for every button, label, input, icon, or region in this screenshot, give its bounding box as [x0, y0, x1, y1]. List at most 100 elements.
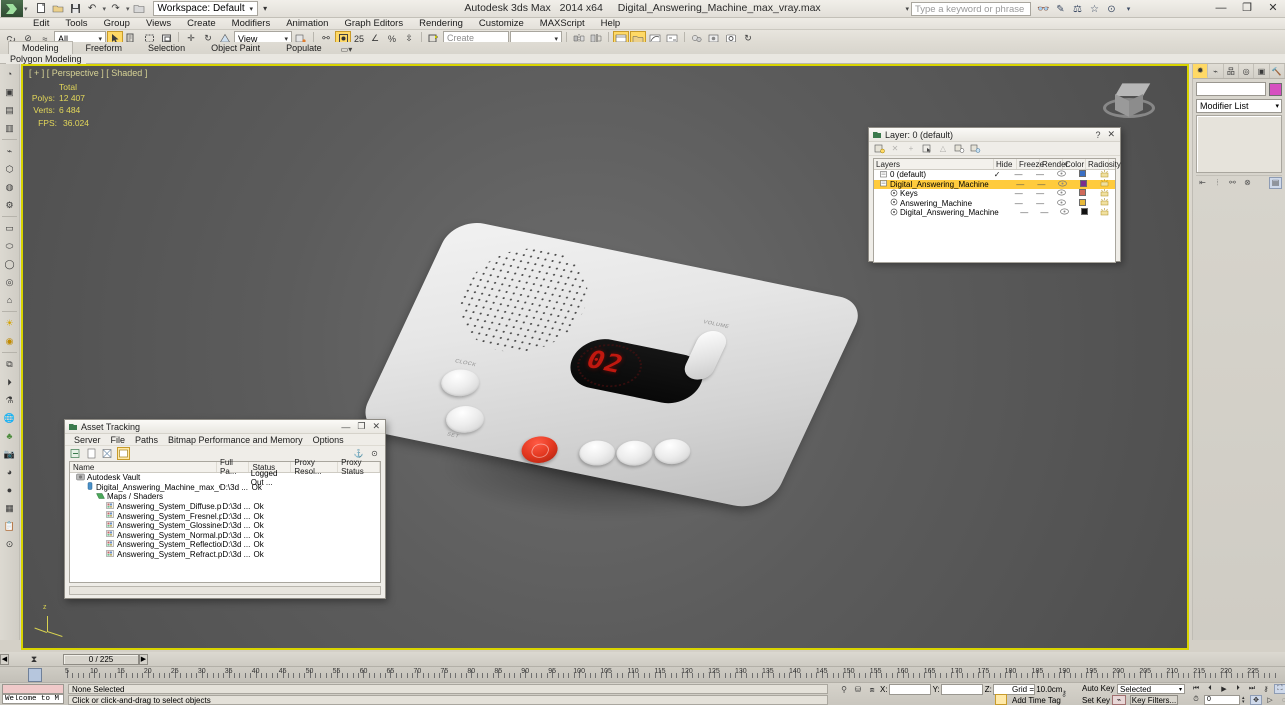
layer-freeze-cell[interactable]: — [1029, 189, 1050, 198]
menu-item-group[interactable]: Group [96, 18, 138, 30]
freeze-unfreeze-icon[interactable] [969, 143, 981, 155]
asset-name-cell[interactable]: Answering_System_Reflection.png [70, 540, 222, 550]
next-frame-button[interactable]: ▶ [139, 653, 148, 665]
layer-hide-cell[interactable]: — [1010, 180, 1031, 189]
toggle-columns-icon[interactable] [117, 447, 130, 460]
workspace-selector[interactable]: Workspace: Default ▾ [152, 1, 259, 16]
auto-key-button[interactable]: Auto Key [1082, 684, 1114, 693]
maximize-button[interactable]: ❐ [1239, 1, 1255, 14]
asset-name-cell[interactable]: Maps / Shaders [70, 492, 221, 502]
layer-row[interactable]: Digital_Answering_Machine — — [874, 207, 1115, 218]
menu-item-tools[interactable]: Tools [57, 18, 95, 30]
create-dashpot-icon[interactable]: ⬭ [1, 238, 18, 254]
asset-name-cell[interactable]: Answering_System_Fresnel.png [70, 511, 222, 521]
reactor-icon[interactable]: ◔ [1, 66, 18, 82]
ribbon-tab-object-paint[interactable]: Object Paint [198, 42, 273, 54]
play-animation-icon[interactable]: ▶ [1218, 684, 1230, 694]
orbit-icon[interactable]: ▷ [1264, 695, 1276, 705]
ribbon-tab-selection[interactable]: Selection [135, 42, 198, 54]
chevron-down-icon[interactable]: ▾ [1179, 686, 1182, 693]
search-caret-icon[interactable]: ▾ [905, 5, 909, 13]
asset-menu-file[interactable]: File [106, 435, 131, 445]
asset-menu-server[interactable]: Server [69, 435, 106, 445]
menu-item-animation[interactable]: Animation [278, 18, 336, 30]
analyze-world-icon[interactable]: ⧉ [1, 356, 18, 372]
menu-item-edit[interactable]: Edit [25, 18, 57, 30]
asset-menu-options[interactable]: Options [308, 435, 349, 445]
track-bar[interactable]: ⧗ 5 10 15 20 25 30 35 40 45 50 55 60 65 70 75 80 85 90 95 1… [0, 654, 1285, 682]
create-spring-icon[interactable]: ▭ [1, 220, 18, 236]
ribbon-tab-modeling[interactable]: Modeling [8, 41, 73, 54]
add-time-tag-text[interactable]: Add Time Tag [1012, 696, 1061, 705]
coord-x-value[interactable] [888, 684, 931, 695]
layer-name-cell[interactable]: 0 (default) [874, 170, 986, 180]
set-key-button[interactable]: Set Key [1082, 696, 1110, 705]
layer-radiosity-cell[interactable] [1094, 169, 1115, 180]
layer-name-cell[interactable]: Digital_Answering_Machine [874, 208, 999, 218]
asset-row[interactable]: Answering_System_Refract.png D:\3d ... Ok [70, 549, 380, 560]
help-caret-icon[interactable]: ▾ [1122, 3, 1135, 16]
save-file-icon[interactable] [68, 1, 83, 16]
ribbon-tab-freeform[interactable]: Freeform [73, 42, 136, 54]
tab-modify[interactable]: ⌁ [1208, 64, 1224, 78]
layer-hide-cell[interactable]: — [1014, 208, 1034, 217]
set-project-folder-icon[interactable] [132, 1, 147, 16]
asset-path-cell[interactable]: D:\3d ... [220, 483, 252, 492]
layer-radiosity-cell[interactable] [1094, 188, 1115, 199]
playback-frame-field[interactable]: 0 [1204, 695, 1240, 705]
layer-name-cell[interactable]: Answering_Machine [874, 198, 987, 208]
layer-hide-cell[interactable]: — [1008, 170, 1029, 179]
light-icon[interactable]: ☀ [1, 315, 18, 331]
layer-close-button[interactable]: ✕ [1107, 129, 1115, 140]
pin-stack-icon[interactable]: ⇤ [1196, 177, 1209, 189]
refresh-assets-icon[interactable] [69, 447, 82, 460]
preview-animation-icon[interactable]: ⏵ [1, 374, 18, 390]
layer-render-cell[interactable] [1052, 180, 1073, 189]
ribbon-panel-label[interactable]: Polygon Modeling [6, 53, 86, 64]
asset-status-cell[interactable]: Ok [254, 531, 295, 540]
maxscript-listener-output[interactable]: Welcome to M [2, 694, 64, 704]
open-file-icon[interactable] [51, 1, 66, 16]
layer-row[interactable]: Keys — — [874, 188, 1115, 199]
asset-row[interactable]: Answering_System_Glossiness.pngD:\3d ...… [70, 521, 380, 531]
create-toy-car-icon[interactable]: ◯ [1, 256, 18, 272]
delete-button[interactable] [649, 436, 695, 468]
object-name-input[interactable] [1196, 82, 1266, 96]
menu-item-views[interactable]: Views [138, 18, 179, 30]
highlight-selected-icon[interactable]: △ [937, 143, 949, 155]
menu-item-create[interactable]: Create [179, 18, 224, 30]
grid-object-icon[interactable]: ▦ [1, 500, 18, 516]
layer-row[interactable]: Answering_Machine — — [874, 198, 1115, 209]
asset-menu-paths[interactable]: Paths [130, 435, 163, 445]
chevron-down-icon[interactable]: ▾ [1275, 102, 1279, 110]
create-cloth-icon[interactable]: ▤ [1, 102, 18, 118]
isolate-selection-icon[interactable]: ⧈ [866, 684, 878, 695]
pan-view-icon[interactable]: ✥ [1250, 695, 1262, 705]
layer-name-cell[interactable]: Keys [874, 189, 987, 199]
menu-item-customize[interactable]: Customize [471, 18, 532, 30]
asset-row[interactable]: Digital_Answering_Machine_max_vray.maxD:… [70, 482, 380, 493]
layer-row[interactable]: 0 (default) ✓ — — [874, 169, 1115, 180]
create-water-icon[interactable]: ◎ [1, 274, 18, 290]
asset-row[interactable]: Answering_System_Diffuse.png D:\3d ... Ok [70, 501, 380, 512]
layer-manager-window[interactable]: Layer: 0 (default) ? ✕ ✕ + △ Layers Hide [868, 127, 1121, 263]
previous-frame-icon[interactable]: ⏴ [1204, 684, 1216, 694]
layer-render-cell[interactable] [1051, 189, 1072, 198]
menu-item-help[interactable]: Help [593, 18, 629, 30]
minimize-button[interactable]: — [1213, 2, 1229, 14]
asset-status-cell[interactable]: Ok [254, 502, 295, 511]
current-frame-field[interactable]: 0 / 225 [63, 653, 139, 665]
playback-frame-spinner[interactable]: ▴ ▾ [1242, 695, 1248, 705]
asset-name-cell[interactable]: Answering_System_Glossiness.png [70, 521, 222, 531]
layer-window-titlebar[interactable]: Layer: 0 (default) ? ✕ [869, 128, 1120, 142]
viewport-label[interactable]: [ + ] [ Perspective ] [ Shaded ] [29, 68, 147, 78]
object-color-swatch[interactable] [1269, 82, 1282, 96]
asset-path-cell[interactable]: D:\3d ... [222, 531, 253, 540]
asset-status-cell[interactable]: Ok [254, 550, 295, 559]
add-asset-icon[interactable] [85, 447, 98, 460]
asset-name-cell[interactable]: Autodesk Vault [70, 473, 219, 483]
help-icon[interactable]: ⊙ [1, 536, 18, 552]
asset-close-button[interactable]: ✕ [372, 421, 380, 432]
show-end-result-icon[interactable]: ⦙ [1211, 177, 1224, 189]
tab-utilities[interactable]: 🔨 [1269, 64, 1285, 78]
